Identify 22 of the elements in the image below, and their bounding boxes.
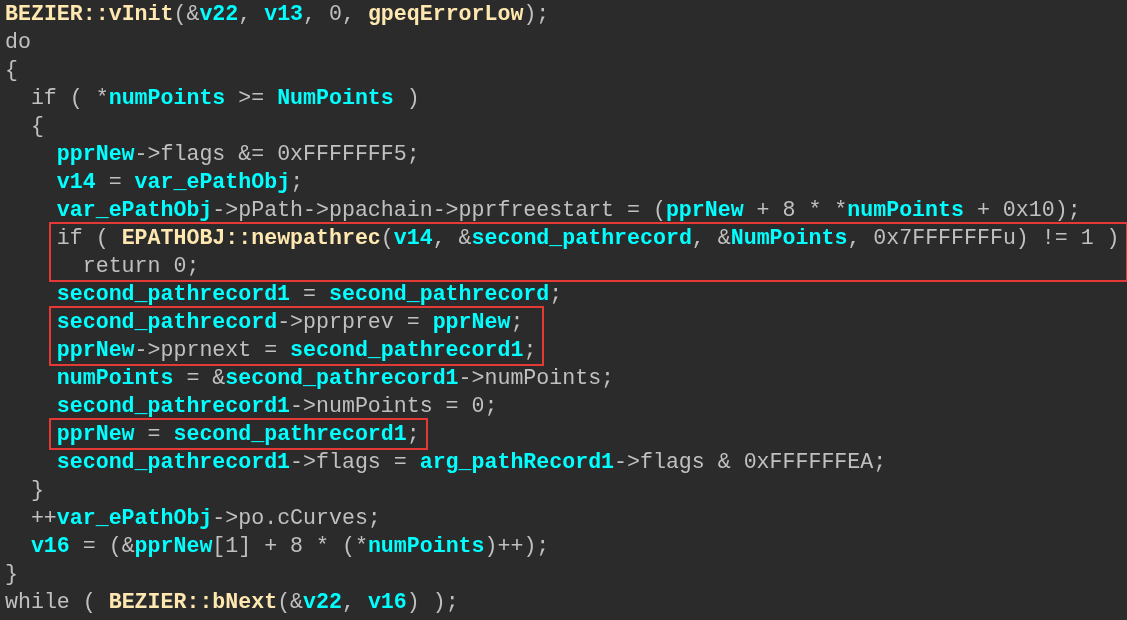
code-line: } xyxy=(5,561,18,588)
code-line: numPoints = &second_pathrecord1->numPoints; xyxy=(56,365,615,392)
code-line: second_pathrecord1 = second_pathrecord; xyxy=(56,281,563,308)
code-line: second_pathrecord1->flags = arg_pathRecord1->flags & 0xFFFFFFEA; xyxy=(56,449,887,476)
code-line: do xyxy=(5,29,31,56)
code-line: ++var_ePathObj->po.cCurves; xyxy=(30,505,381,532)
code-line: second_pathrecord1->numPoints = 0; xyxy=(56,393,498,420)
code-line: if ( EPATHOBJ::newpathrec(v14, &second_pathrecord, &NumPoints, 0x7FFFFFFFu) != 1 ) xyxy=(56,225,1120,252)
code-line: pprNew->flags &= 0xFFFFFFF5; xyxy=(56,141,420,168)
code-line: pprNew = second_pathrecord1; xyxy=(56,421,420,448)
code-line: BEZIER::vInit(&v22, v13, 0, gpeqErrorLow); xyxy=(5,1,550,28)
code-line: { xyxy=(5,57,18,84)
code-line: v14 = var_ePathObj; xyxy=(56,169,304,196)
code-line: second_pathrecord->pprprev = pprNew; xyxy=(56,309,524,336)
code-line: return 0; xyxy=(82,253,200,280)
code-line: if ( *numPoints >= NumPoints ) xyxy=(30,85,420,112)
code-line: while ( BEZIER::bNext(&v22, v16) ); xyxy=(5,589,459,616)
code-line: pprNew->pprnext = second_pathrecord1; xyxy=(56,337,537,364)
code-line: v16 = (&pprNew[1] + 8 * (*numPoints)++); xyxy=(30,533,550,560)
code-line: { xyxy=(30,113,44,140)
code-line: } xyxy=(30,477,44,504)
code-line: var_ePathObj->pPath->ppachain->pprfreestart = (pprNew + 8 * *numPoints + 0x10); xyxy=(56,197,1081,224)
